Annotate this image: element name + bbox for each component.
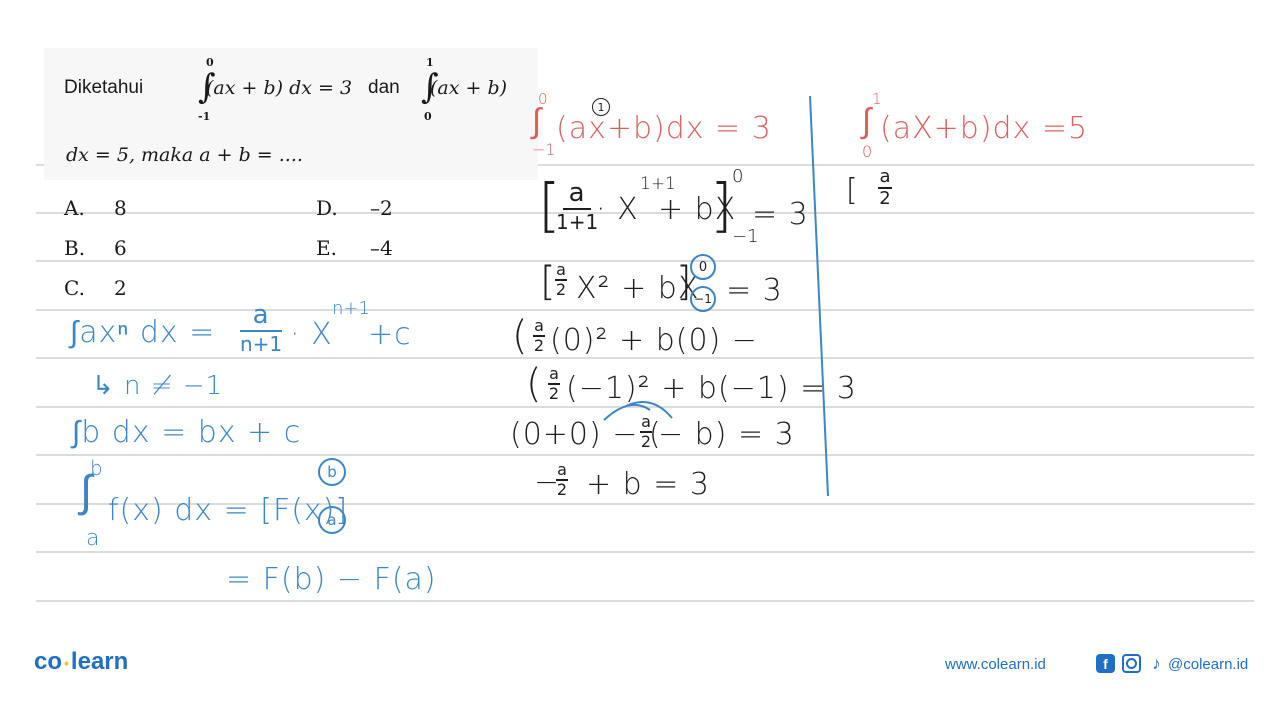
rule-line <box>36 600 1254 602</box>
step5-post: − b) = 3 <box>658 417 795 452</box>
fraction-numerator: a <box>557 460 567 479</box>
social-handle[interactable]: @colearn.id <box>1168 656 1248 673</box>
constant-rule: ∫b dx = bx + c <box>72 415 302 450</box>
rule-line <box>36 309 1254 311</box>
definite-result: = F(b) − F(a) <box>226 562 437 597</box>
distribution-arc <box>603 401 673 421</box>
fraction-denominator: 2 <box>640 431 652 451</box>
step6-fraction: a 2 <box>556 462 568 498</box>
logo-dot: • <box>64 654 69 671</box>
step5-pre: (0+0) − ( <box>510 417 662 452</box>
step4-fraction: a 2 <box>548 366 560 402</box>
integral1-expression: (ax + b) dx = 3 <box>206 77 353 99</box>
step1-exponent: 1+1 <box>640 174 676 194</box>
option-value: –4 <box>370 236 393 260</box>
bracket-open: [ <box>846 173 858 208</box>
step1-upper-limit: 0 <box>732 166 744 187</box>
integral-sign: ∫ <box>80 466 93 517</box>
rule-line <box>36 551 1254 553</box>
website-link[interactable]: www.colearn.id <box>945 656 1046 673</box>
facebook-icon[interactable]: f <box>1096 654 1115 673</box>
step3-fraction: a 2 <box>533 318 545 354</box>
step1-x: · X <box>596 192 639 227</box>
integral2-expression: (ax + b) <box>430 77 508 99</box>
logo-text-co: co <box>34 648 63 675</box>
fraction-denominator: 2 <box>548 383 560 403</box>
fraction-denominator: 2 <box>533 335 545 355</box>
step1-fraction: a 2 <box>878 168 892 208</box>
step1-fraction: a 1+1 <box>556 180 598 232</box>
given-lower: 0 <box>862 142 873 161</box>
fraction-denominator: n+1 <box>240 332 283 356</box>
option-letter: B. <box>64 236 86 260</box>
definite-lower: a <box>86 526 100 551</box>
colearn-logo[interactable]: co •learn <box>34 648 128 676</box>
given-lower: −1 <box>532 140 556 159</box>
given-expression: (aX+b)dx =5 <box>880 111 1089 146</box>
paren-open: ( <box>512 313 528 359</box>
fraction-numerator: a <box>568 178 586 208</box>
option-letter: A. <box>64 196 85 220</box>
fraction-numerator: a <box>534 316 544 335</box>
column-divider <box>809 95 829 497</box>
step2-equals: = 3 <box>726 273 783 308</box>
bracket-open: [ <box>540 259 556 305</box>
rule-line <box>36 212 1254 214</box>
circle-upper-0: 0 <box>690 254 716 280</box>
rule-line <box>36 260 1254 262</box>
fraction-denominator: 2 <box>555 279 567 299</box>
fraction-denominator: 2 <box>556 479 568 499</box>
circle-lower-a: a <box>318 506 346 534</box>
rule-line <box>36 454 1254 456</box>
fraction-numerator: a <box>879 166 891 187</box>
power-rule-constant: +c <box>368 317 412 352</box>
logo-text-learn: learn <box>70 648 129 675</box>
tiktok-icon[interactable]: ♪ <box>1147 654 1166 673</box>
option-letter: E. <box>316 236 337 260</box>
question-connector: dan <box>368 77 400 98</box>
option-letter: D. <box>316 196 338 220</box>
fraction-numerator: a <box>556 260 566 279</box>
exponent-marker: 1 <box>592 98 610 116</box>
fraction-numerator: a <box>549 364 559 383</box>
question-line2: dx = 5, maka a + b = .... <box>66 144 303 166</box>
circle-upper-b: b <box>318 458 346 486</box>
paren-open: ( <box>526 361 542 407</box>
integral-sign: ∫ <box>862 101 872 141</box>
power-rule-x: · X <box>290 317 333 352</box>
step2-fraction: a 2 <box>555 262 567 298</box>
given-upper: 1 <box>872 90 882 108</box>
option-value: 2 <box>114 276 127 300</box>
instagram-icon[interactable] <box>1122 654 1141 673</box>
option-letter: C. <box>64 276 85 300</box>
circle-lower-neg1: −1 <box>690 286 716 312</box>
integral-sign: ∫ <box>532 101 542 141</box>
question-intro: Diketahui <box>64 77 144 98</box>
power-rule-fraction: a n+1 <box>240 302 282 354</box>
option-value: 8 <box>114 196 127 220</box>
fraction-numerator: a <box>252 300 270 330</box>
bracket-close: ] <box>710 171 733 239</box>
integral1-lower: -1 <box>198 110 211 123</box>
step3-expression: (0)² + b(0) − <box>550 323 758 358</box>
power-rule-exponent: n+1 <box>332 298 370 319</box>
option-value: –2 <box>370 196 393 220</box>
fraction-denominator: 2 <box>879 187 891 209</box>
integral2-lower: 0 <box>424 110 432 123</box>
step6-post: + b = 3 <box>586 467 711 502</box>
option-value: 6 <box>114 236 127 260</box>
definite-rule: f(x) dx = [F(x)] <box>108 493 349 528</box>
fraction-denominator: 1+1 <box>556 210 599 234</box>
power-rule-lhs: ∫axⁿ dx = <box>70 315 216 350</box>
given-expression: (ax+b)dx = 3 <box>556 111 772 146</box>
power-rule-condition: ↳ n ≠ −1 <box>92 371 224 401</box>
